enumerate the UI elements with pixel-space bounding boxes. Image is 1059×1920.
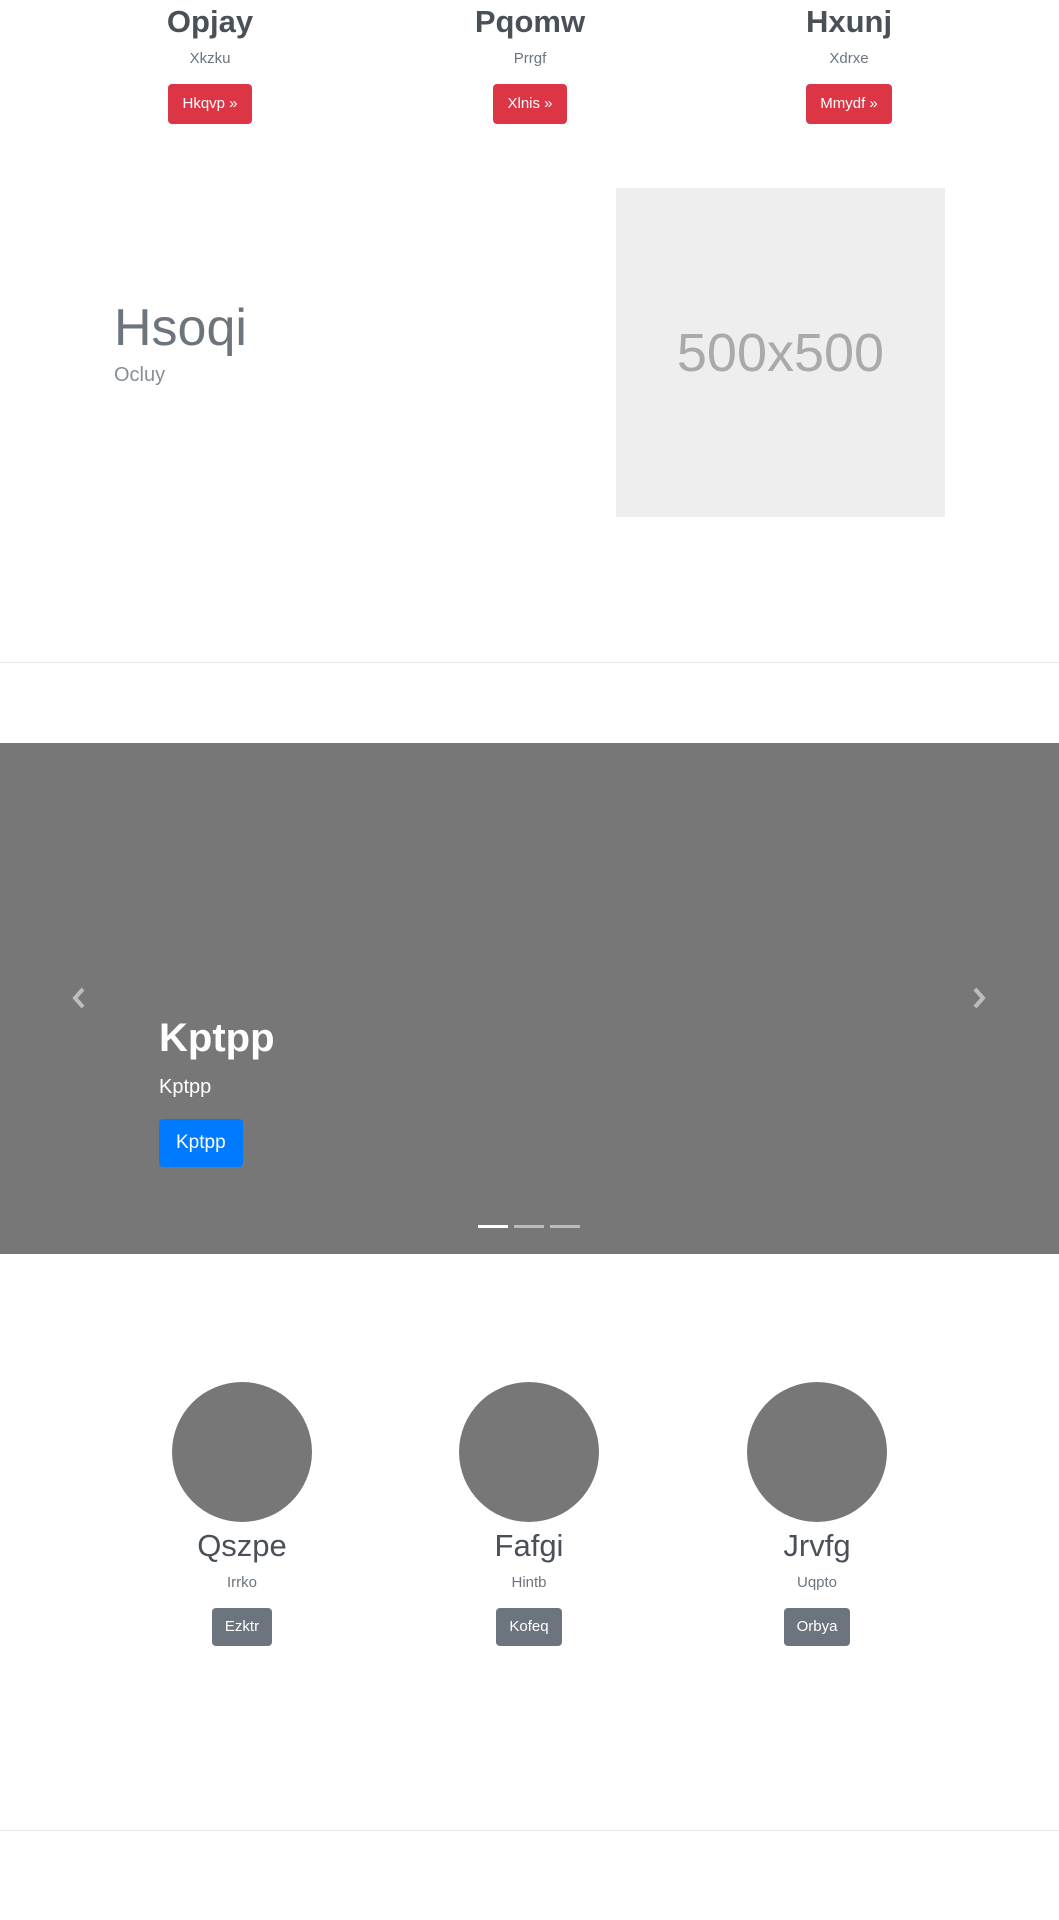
- profile-name: Qszpe: [197, 1528, 287, 1563]
- section-divider: [0, 1830, 1059, 1831]
- profile-column: Fafgi Hintb Kofeq: [399, 1382, 659, 1646]
- feature-button[interactable]: Mmydf »: [806, 84, 892, 124]
- feature-subtitle: Prrgf: [513, 50, 547, 67]
- chevron-right-icon: [973, 987, 986, 1009]
- profile-button[interactable]: Kofeq: [496, 1608, 562, 1646]
- profile-column: Qszpe Irrko Ezktr: [112, 1382, 372, 1646]
- placeholder-image-label: 500x500: [676, 322, 885, 383]
- carousel-caption-title: Kptpp: [159, 1016, 275, 1060]
- profile-subtitle: Irrko: [227, 1574, 257, 1591]
- carousel-indicators: [478, 1225, 580, 1228]
- avatar: [459, 1382, 599, 1522]
- feature-title: Hxunj: [805, 4, 893, 39]
- avatar: [172, 1382, 312, 1522]
- feature-column: Opjay Xkzku Hkqvp »: [60, 0, 360, 124]
- carousel-indicator[interactable]: [514, 1225, 544, 1228]
- feature-button[interactable]: Xlnis »: [493, 84, 567, 124]
- feature-button[interactable]: Hkqvp »: [168, 84, 252, 124]
- carousel: Kptpp Kptpp Kptpp: [0, 743, 1059, 1254]
- carousel-caption-subtitle: Kptpp: [159, 1076, 212, 1098]
- feature-title: Pqomw: [474, 4, 586, 39]
- carousel-caption-button[interactable]: Kptpp: [159, 1119, 243, 1167]
- carousel-next-button[interactable]: [964, 983, 994, 1013]
- avatar: [747, 1382, 887, 1522]
- profile-subtitle: Uqpto: [796, 1574, 838, 1591]
- carousel-indicator[interactable]: [478, 1225, 508, 1228]
- section-divider: [0, 662, 1059, 663]
- profile-subtitle: Hintb: [511, 1574, 547, 1591]
- profile-button[interactable]: Orbya: [783, 1608, 851, 1646]
- feature-title: Opjay: [166, 4, 254, 39]
- feature-column: Hxunj Xdrxe Mmydf »: [699, 0, 999, 124]
- carousel-prev-button[interactable]: [64, 983, 94, 1013]
- profile-name: Fafgi: [494, 1528, 564, 1563]
- profile-name: Jrvfg: [783, 1528, 851, 1563]
- feature-subtitle: Xkzku: [189, 50, 231, 67]
- profile-column: Jrvfg Uqpto Orbya: [687, 1382, 947, 1646]
- placeholder-image: 500x500: [616, 188, 945, 517]
- feature-subtitle: Xdrxe: [829, 50, 869, 67]
- profile-button[interactable]: Ezktr: [211, 1608, 273, 1646]
- hero-subtitle: Ocluy: [114, 364, 166, 386]
- hero-title: Hsoqi: [114, 299, 247, 357]
- feature-column: Pqomw Prrgf Xlnis »: [380, 0, 680, 124]
- chevron-left-icon: [72, 987, 85, 1009]
- carousel-indicator[interactable]: [550, 1225, 580, 1228]
